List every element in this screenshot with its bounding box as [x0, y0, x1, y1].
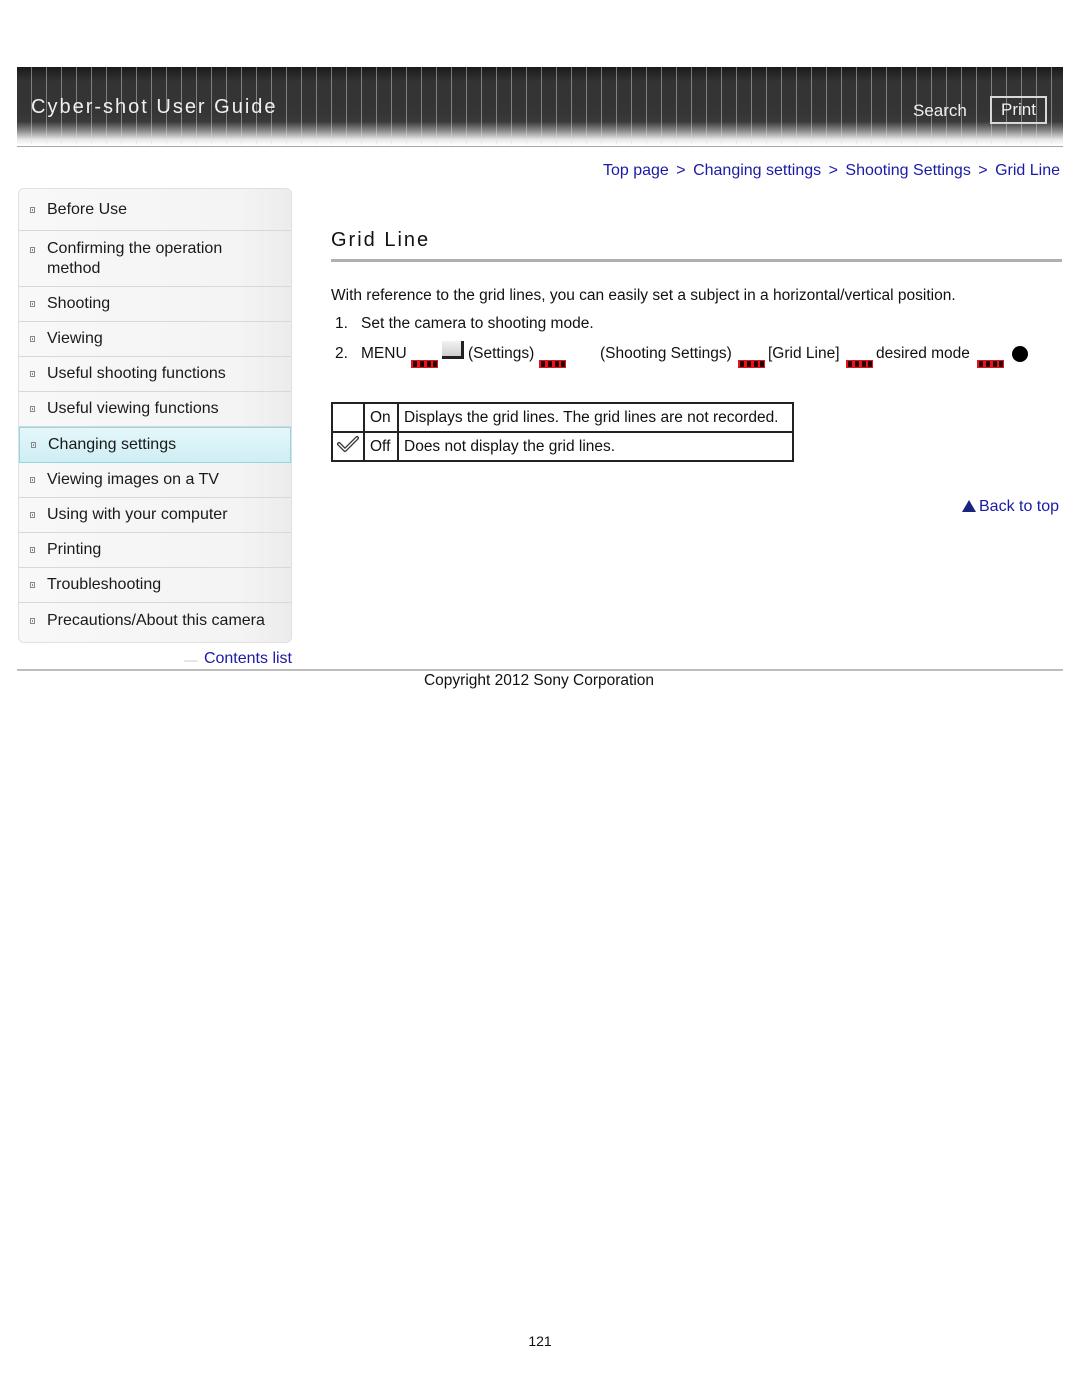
sidebar-item-label: Troubleshooting: [47, 576, 162, 593]
sidebar-item-viewing[interactable]: Viewing: [19, 322, 291, 357]
title-divider: [331, 259, 1062, 262]
breadcrumb: Top page > Changing settings > Shooting …: [603, 162, 1060, 180]
step-settings-text: (Settings): [468, 345, 535, 362]
sidebar-item-label: Before Use: [47, 200, 128, 218]
checkmark-icon: [337, 436, 359, 452]
step-desired-mode-text: desired mode: [876, 345, 970, 362]
sidebar-item-viewing-tv[interactable]: Viewing images on a TV: [19, 463, 291, 498]
sidebar-item-label: Printing: [47, 541, 102, 558]
page-title: Grid Line: [331, 229, 431, 251]
search-link[interactable]: Search: [913, 101, 967, 121]
sidebar-item-computer[interactable]: Using with your computer: [19, 498, 291, 533]
breadcrumb-separator: >: [676, 162, 686, 179]
triangle-up-icon: [962, 500, 976, 512]
contents-list-link[interactable]: Contents list: [204, 650, 292, 668]
breadcrumb-grid-line[interactable]: Grid Line: [995, 162, 1060, 179]
breadcrumb-top-page[interactable]: Top page: [603, 162, 669, 179]
sidebar-item-label: Confirming the operation method: [47, 239, 223, 277]
table-row: On Displays the grid lines. The grid lin…: [331, 402, 794, 433]
breadcrumb-changing-settings[interactable]: Changing settings: [693, 162, 821, 179]
arrow-key-icon: [738, 360, 765, 368]
sidebar-item-label: Useful viewing functions: [47, 400, 219, 417]
bullet-icon: [30, 247, 35, 253]
step-menu-text: MENU: [361, 345, 407, 362]
default-cell: [331, 402, 365, 433]
option-value: On: [363, 402, 399, 433]
breadcrumb-separator: >: [828, 162, 838, 179]
bullet-icon: [30, 301, 35, 307]
option-description: Displays the grid lines. The grid lines …: [397, 402, 794, 433]
bullet-icon: [30, 406, 35, 412]
arrow-key-icon: [977, 360, 1004, 368]
bullet-icon: [30, 206, 35, 213]
sidebar-item-label: Shooting: [47, 295, 111, 312]
sidebar-item-before-use[interactable]: Before Use: [19, 189, 291, 231]
sidebar-item-label: Viewing images on a TV: [47, 471, 219, 488]
table-row: Off Does not display the grid lines.: [331, 431, 794, 462]
arrow-key-icon: [539, 360, 566, 368]
sidebar-item-printing[interactable]: Printing: [19, 533, 291, 568]
bullet-icon: [31, 442, 36, 448]
print-button[interactable]: Print: [990, 96, 1047, 124]
sidebar-item-changing-settings[interactable]: Changing settings: [19, 427, 291, 463]
sidebar-item-shooting[interactable]: Shooting: [19, 287, 291, 322]
step-text: Set the camera to shooting mode.: [361, 315, 594, 332]
bullet-icon: [30, 618, 35, 624]
page-number: 121: [528, 1333, 552, 1349]
intro-text: With reference to the grid lines, you ca…: [331, 287, 956, 304]
bullet-icon: [30, 582, 35, 588]
header-divider: [17, 146, 1063, 147]
option-value: Off: [363, 431, 399, 462]
sidebar-item-label: Changing settings: [48, 436, 177, 453]
step-2: 2. MENU: [335, 345, 407, 363]
step-grid-line-text: [Grid Line]: [768, 345, 840, 362]
contents-list-dash: [184, 660, 198, 662]
sidebar-item-useful-shooting[interactable]: Useful shooting functions: [19, 357, 291, 392]
sidebar-item-label: Using with your computer: [47, 506, 228, 523]
center-button-icon: [1012, 346, 1028, 362]
step-1: 1. Set the camera to shooting mode.: [335, 315, 594, 333]
sidebar-item-label: Useful shooting functions: [47, 365, 226, 382]
sidebar-item-useful-viewing[interactable]: Useful viewing functions: [19, 392, 291, 427]
step-number: 2.: [335, 345, 348, 362]
bullet-icon: [30, 477, 35, 483]
sidebar-item-troubleshooting[interactable]: Troubleshooting: [19, 568, 291, 603]
sidebar-item-confirming-operation[interactable]: Confirming the operation method: [19, 231, 291, 287]
bullet-icon: [30, 371, 35, 377]
step-number: 1.: [335, 315, 348, 332]
bullet-icon: [30, 336, 35, 342]
step-shooting-settings-text: (Shooting Settings): [600, 345, 732, 362]
arrow-key-icon: [846, 360, 873, 368]
options-table: On Displays the grid lines. The grid lin…: [331, 402, 794, 462]
copyright: Copyright 2012 Sony Corporation: [423, 672, 655, 689]
breadcrumb-shooting-settings[interactable]: Shooting Settings: [845, 162, 970, 179]
arrow-key-icon: [411, 360, 438, 368]
back-to-top-label: Back to top: [979, 498, 1060, 515]
sidebar-item-precautions[interactable]: Precautions/About this camera: [19, 603, 291, 639]
sidebar-item-label: Precautions/About this camera: [47, 612, 265, 629]
app-title: Cyber-shot User Guide: [31, 96, 278, 118]
bullet-icon: [30, 512, 35, 518]
back-to-top-link[interactable]: Back to top: [962, 498, 1059, 516]
sidebar-item-label: Viewing: [47, 330, 103, 347]
breadcrumb-separator: >: [978, 162, 988, 179]
option-description: Does not display the grid lines.: [397, 431, 794, 462]
default-cell: [331, 431, 365, 462]
footer-divider: [17, 669, 1063, 671]
sidebar-nav: Before Use Confirming the operation meth…: [18, 188, 292, 643]
bullet-icon: [30, 547, 35, 553]
settings-icon: [442, 341, 464, 359]
